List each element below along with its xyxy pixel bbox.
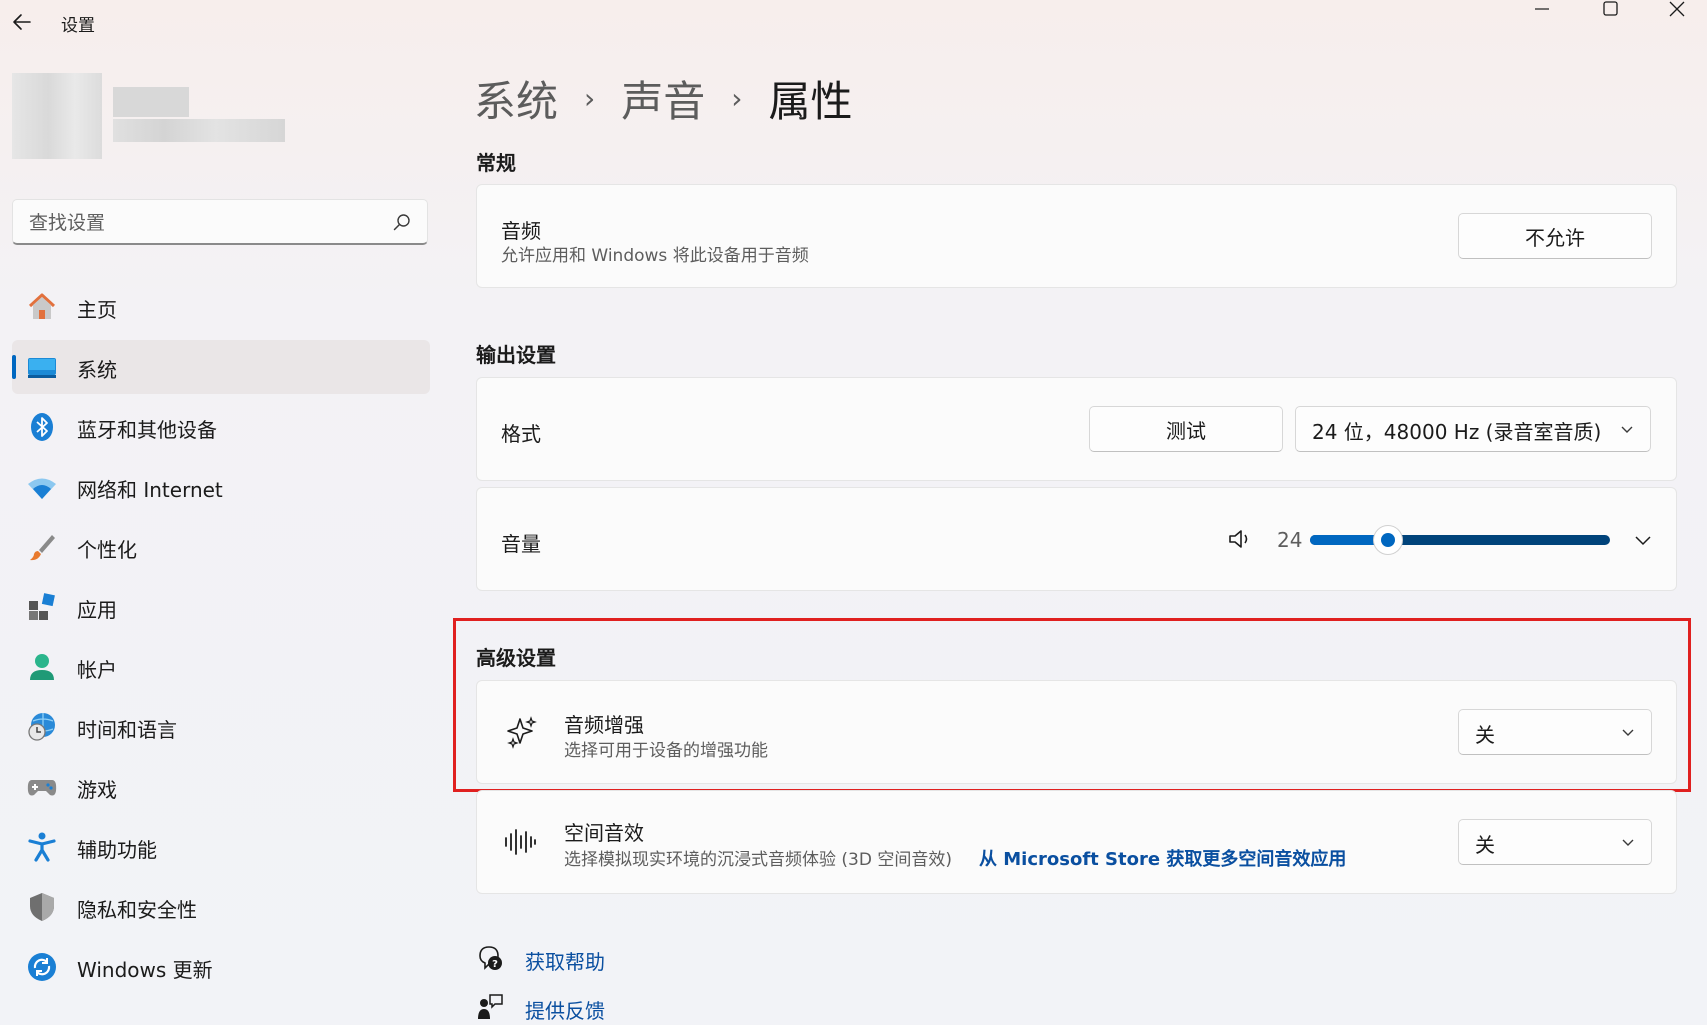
section-title-output: 输出设置 — [476, 343, 556, 367]
apps-icon — [29, 593, 55, 620]
highlight-box — [453, 618, 1691, 792]
accessibility-icon — [28, 832, 56, 862]
spatial-audio-card: 空间音效 选择模拟现实环境的沉浸式音频体验 (3D 空间音效) 从 Micros… — [476, 790, 1677, 894]
breadcrumb-properties: 属性 — [768, 77, 853, 126]
sidebar-item-gaming[interactable]: 游戏 — [12, 760, 430, 814]
chevron-down-icon[interactable] — [1634, 531, 1652, 549]
minimize-icon — [1535, 8, 1549, 10]
chevron-right-icon: › — [731, 82, 743, 115]
microsoft-store-link[interactable]: 从 Microsoft Store 获取更多空间音效应用 — [979, 845, 1346, 871]
search-box[interactable] — [12, 199, 428, 246]
audio-title: 音频 — [501, 219, 541, 243]
search-icon[interactable] — [393, 213, 411, 231]
arrow-left-icon — [13, 14, 31, 30]
search-input[interactable] — [27, 200, 371, 246]
format-card: 格式 测试 24 位，48000 Hz (录音室音质) — [476, 377, 1677, 481]
svg-text:?: ? — [492, 959, 498, 970]
chevron-right-icon: › — [584, 82, 596, 115]
user-name-redacted — [113, 87, 189, 117]
wifi-icon — [28, 478, 56, 499]
app-title: 设置 — [61, 16, 95, 36]
sidebar-item-accessibility[interactable]: 辅助功能 — [12, 820, 430, 874]
maximize-icon — [1603, 1, 1618, 16]
breadcrumb-sound[interactable]: 声音 — [621, 68, 705, 129]
spatial-audio-title: 空间音效 — [564, 821, 644, 845]
format-dropdown-value: 24 位，48000 Hz (录音室音质) — [1312, 420, 1602, 444]
title-bar: 设置 — [0, 0, 1707, 44]
bluetooth-icon — [31, 413, 53, 441]
sidebar-item-bluetooth[interactable]: 蓝牙和其他设备 — [12, 400, 430, 454]
sidebar-nav: 主页 系统 蓝牙和其他设备 网络和 Internet 个性化 应用 帐户 时间和… — [12, 280, 430, 1000]
chevron-down-icon — [1622, 839, 1634, 846]
globe-clock-icon — [28, 713, 55, 741]
format-dropdown[interactable]: 24 位，48000 Hz (录音室音质) — [1295, 406, 1651, 452]
sidebar-item-home[interactable]: 主页 — [12, 280, 430, 334]
chevron-down-icon — [1621, 426, 1633, 433]
sidebar-item-privacy[interactable]: 隐私和安全性 — [12, 880, 430, 934]
close-icon — [1669, 1, 1685, 17]
help-icon: ? — [479, 946, 502, 970]
sidebar-item-personalization[interactable]: 个性化 — [12, 520, 430, 574]
get-help-link[interactable]: 获取帮助 — [525, 946, 605, 975]
volume-value: 24 — [1277, 528, 1303, 552]
sidebar-item-network[interactable]: 网络和 Internet — [12, 460, 430, 514]
sidebar-item-apps[interactable]: 应用 — [12, 580, 430, 634]
audio-description: 允许应用和 Windows 将此设备用于音频 — [501, 246, 809, 266]
spatial-audio-dropdown[interactable]: 关 — [1458, 819, 1652, 865]
minimize-button[interactable] — [1512, 0, 1570, 20]
update-icon — [28, 953, 56, 981]
speaker-icon[interactable] — [1227, 527, 1253, 551]
gamepad-icon — [27, 780, 57, 796]
user-email-redacted — [113, 119, 285, 142]
maximize-button[interactable] — [1582, 0, 1640, 20]
volume-slider[interactable] — [1310, 525, 1610, 555]
system-display-icon — [28, 358, 56, 378]
breadcrumb: 系统 › 声音 › 属性 — [474, 68, 852, 128]
sidebar-item-windows-update[interactable]: Windows 更新 — [12, 940, 430, 994]
sidebar-item-accounts[interactable]: 帐户 — [12, 640, 430, 694]
spatial-audio-value: 关 — [1475, 833, 1495, 857]
section-title-general: 常规 — [476, 151, 516, 175]
avatar[interactable] — [12, 73, 102, 159]
sidebar-item-system[interactable]: 系统 — [12, 340, 430, 394]
disallow-button[interactable]: 不允许 — [1458, 213, 1652, 259]
test-button[interactable]: 测试 — [1089, 406, 1283, 452]
audio-card: 音频 允许应用和 Windows 将此设备用于音频 不允许 — [476, 184, 1677, 288]
feedback-link[interactable]: 提供反馈 — [525, 995, 605, 1024]
feedback-icon — [478, 994, 503, 1019]
active-indicator — [12, 355, 16, 379]
volume-title: 音量 — [501, 532, 541, 556]
close-button[interactable] — [1647, 0, 1705, 20]
brush-icon — [30, 535, 55, 561]
sound-wave-icon — [505, 829, 536, 855]
format-title: 格式 — [501, 422, 541, 446]
volume-slider-thumb[interactable] — [1373, 525, 1403, 555]
spatial-audio-description: 选择模拟现实环境的沉浸式音频体验 (3D 空间音效) — [564, 850, 952, 870]
account-icon — [30, 654, 54, 680]
shield-icon — [30, 893, 54, 921]
breadcrumb-system[interactable]: 系统 — [474, 68, 558, 129]
sidebar-item-time-language[interactable]: 时间和语言 — [12, 700, 430, 754]
back-button[interactable] — [8, 6, 40, 38]
home-icon — [28, 293, 56, 319]
